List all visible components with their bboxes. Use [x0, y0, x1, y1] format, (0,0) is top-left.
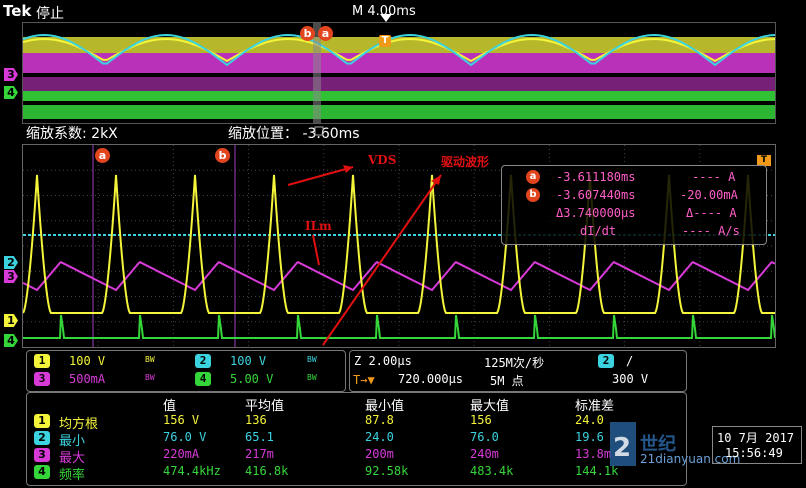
ch4-bw-icon: BW	[307, 373, 317, 382]
ch4-grid-tag[interactable]: 4	[4, 334, 18, 347]
measurement-cell: 76.0 V	[163, 430, 207, 444]
annotation-drive-waveform: 驱动波形	[441, 155, 490, 169]
measurement-header-row: 值 平均值 最小值 最大值 标准差	[27, 395, 686, 414]
overview-waveform[interactable]: b a T	[22, 22, 776, 124]
cursor-a-grid-marker[interactable]: a	[95, 148, 110, 163]
measurement-cell: 92.58k	[365, 464, 409, 478]
cursor-a-badge: a	[526, 170, 540, 184]
zoom-position: 缩放位置： -3.60ms	[228, 126, 360, 142]
measurement-cell: 474.4kHz	[163, 464, 221, 478]
trigger-position-icon	[380, 14, 392, 22]
header-value: 值	[163, 399, 177, 414]
header-mean: 平均值	[245, 399, 285, 414]
cursor-readout-panel: a -3.611180ms ---- A b -3.607440ms -20.0…	[501, 165, 767, 245]
measurement-table: 值 平均值 最小值 最大值 标准差 1 均方根 156 V 136 87.8 156 24.…	[26, 392, 687, 486]
cursor-a-value: ---- A	[692, 170, 736, 184]
measurement-cell: 156	[470, 413, 492, 427]
zoom-factor: 缩放系数: 2kX	[26, 126, 118, 142]
measurement-cell: 76.0	[470, 430, 499, 444]
cursor-b-marker[interactable]: b	[300, 26, 315, 41]
measurement-cell: 19.6	[575, 430, 604, 444]
cursor-didt-label: dI/dt	[580, 224, 617, 238]
horizontal-delay[interactable]: 720.000µs	[398, 372, 463, 386]
horizontal-trigger-panel[interactable]: Z 2.00µs 125M次/秒 T→▼ 720.000µs 5M 点 2 / …	[349, 350, 687, 392]
measurement-cell: 240m	[470, 447, 499, 461]
record-length: 5M 点	[490, 374, 524, 388]
brand-logo: Tek	[3, 2, 32, 20]
header-min: 最小值	[365, 399, 405, 414]
ch3-badge[interactable]: 3	[34, 372, 50, 386]
measurement-cell: 136	[245, 413, 267, 427]
measurement-channel-badge: 3	[34, 448, 50, 462]
ch4-scale[interactable]: 5.00 V	[230, 372, 273, 386]
measurement-channel-badge: 4	[34, 465, 50, 479]
ch3-grid-tag[interactable]: 3	[4, 270, 18, 283]
time-text: 15:56:49	[725, 446, 783, 460]
measurement-cell: 217m	[245, 447, 274, 461]
ch1-grid-tag[interactable]: 1	[4, 314, 18, 327]
measurement-cell: 65.1	[245, 430, 274, 444]
cursor-b-badge: b	[526, 188, 540, 202]
measurement-cell: 200m	[365, 447, 394, 461]
trigger-marker[interactable]: T	[379, 35, 391, 47]
date-text: 10 7月 2017	[717, 431, 795, 445]
sample-rate: 125M次/秒	[484, 356, 545, 370]
cursor-a-marker[interactable]: a	[318, 26, 333, 41]
ch4-badge[interactable]: 4	[195, 372, 211, 386]
measurement-name: 频率	[59, 468, 86, 483]
cursor-a-time: -3.611180ms	[556, 170, 636, 184]
site-watermark-logo: 2 世纪	[610, 422, 676, 466]
zoom-timebase[interactable]: Z 2.00µs	[354, 354, 412, 368]
ch1-badge[interactable]: 1	[34, 354, 50, 368]
measurement-cell: 416.8k	[245, 464, 289, 478]
annotation-ilm: ILm	[305, 219, 332, 233]
cursor-b-time: -3.607440ms	[556, 188, 636, 202]
measurement-cell: 87.8	[365, 413, 394, 427]
ch3-scale[interactable]: 500mA	[69, 372, 105, 386]
cursor-delta-value: Δ---- A	[686, 206, 737, 220]
ch2-grid-tag[interactable]: 2	[4, 256, 18, 269]
overview-trace-canvas	[23, 23, 775, 123]
datetime-box: 10 7月 2017 15:56:49	[712, 426, 802, 464]
cursor-delta-time: Δ3.740000µs	[556, 206, 636, 220]
measurement-channel-badge: 2	[34, 431, 50, 445]
ch1-scale[interactable]: 100 V	[69, 354, 105, 368]
ch2-scale[interactable]: 100 V	[230, 354, 266, 368]
zoom-info-row: 缩放系数: 2kX 缩放位置： -3.60ms	[0, 122, 806, 142]
top-bar: Tek 停止 M 4.00ms	[0, 0, 806, 22]
measurement-cell: 24.0	[365, 430, 394, 444]
measurement-cell: 483.4k	[470, 464, 514, 478]
measurement-cell: 156 V	[163, 413, 200, 427]
measurement-row[interactable]: 2 最小 76.0 V 65.1 24.0 76.0 19.6	[27, 430, 686, 449]
measurement-channel-badge: 1	[34, 414, 50, 428]
trigger-slope[interactable]: /	[626, 354, 633, 368]
cursor-b-grid-marker[interactable]: b	[215, 148, 230, 163]
measurement-row[interactable]: 1 均方根 156 V 136 87.8 156 24.0	[27, 413, 686, 432]
cursor-didt-value: ---- A/s	[682, 224, 740, 238]
header-max: 最大值	[470, 399, 510, 414]
delay-icon: T→▼	[353, 373, 375, 387]
ch3-overview-tag[interactable]: 3	[4, 68, 18, 81]
ch4-overview-tag[interactable]: 4	[4, 86, 18, 99]
trigger-source-badge[interactable]: 2	[598, 354, 614, 368]
measurement-row[interactable]: 4 频率 474.4kHz 416.8k 92.58k 483.4k 144.1k	[27, 464, 686, 483]
svg-text:2: 2	[613, 433, 631, 463]
zoom-handle-icon[interactable]	[314, 126, 324, 136]
cursor-b-value: -20.00mA	[680, 188, 738, 202]
measurement-cell: 24.0	[575, 413, 604, 427]
vertical-settings-panel[interactable]: 1 100 V BW 2 100 V BW 3 500mA BW 4 5.00 …	[26, 350, 346, 392]
trigger-level[interactable]: 300 V	[612, 372, 648, 386]
ch2-bw-icon: BW	[307, 355, 317, 364]
ch2-badge[interactable]: 2	[195, 354, 211, 368]
annotation-vds: VDS	[368, 153, 397, 167]
acquisition-state[interactable]: 停止	[36, 3, 64, 23]
measurement-row[interactable]: 3 最大 220mA 217m 200m 240m 13.8m	[27, 447, 686, 466]
ch3-bw-icon: BW	[145, 373, 155, 382]
ch1-bw-icon: BW	[145, 355, 155, 364]
measurement-cell: 220mA	[163, 447, 200, 461]
